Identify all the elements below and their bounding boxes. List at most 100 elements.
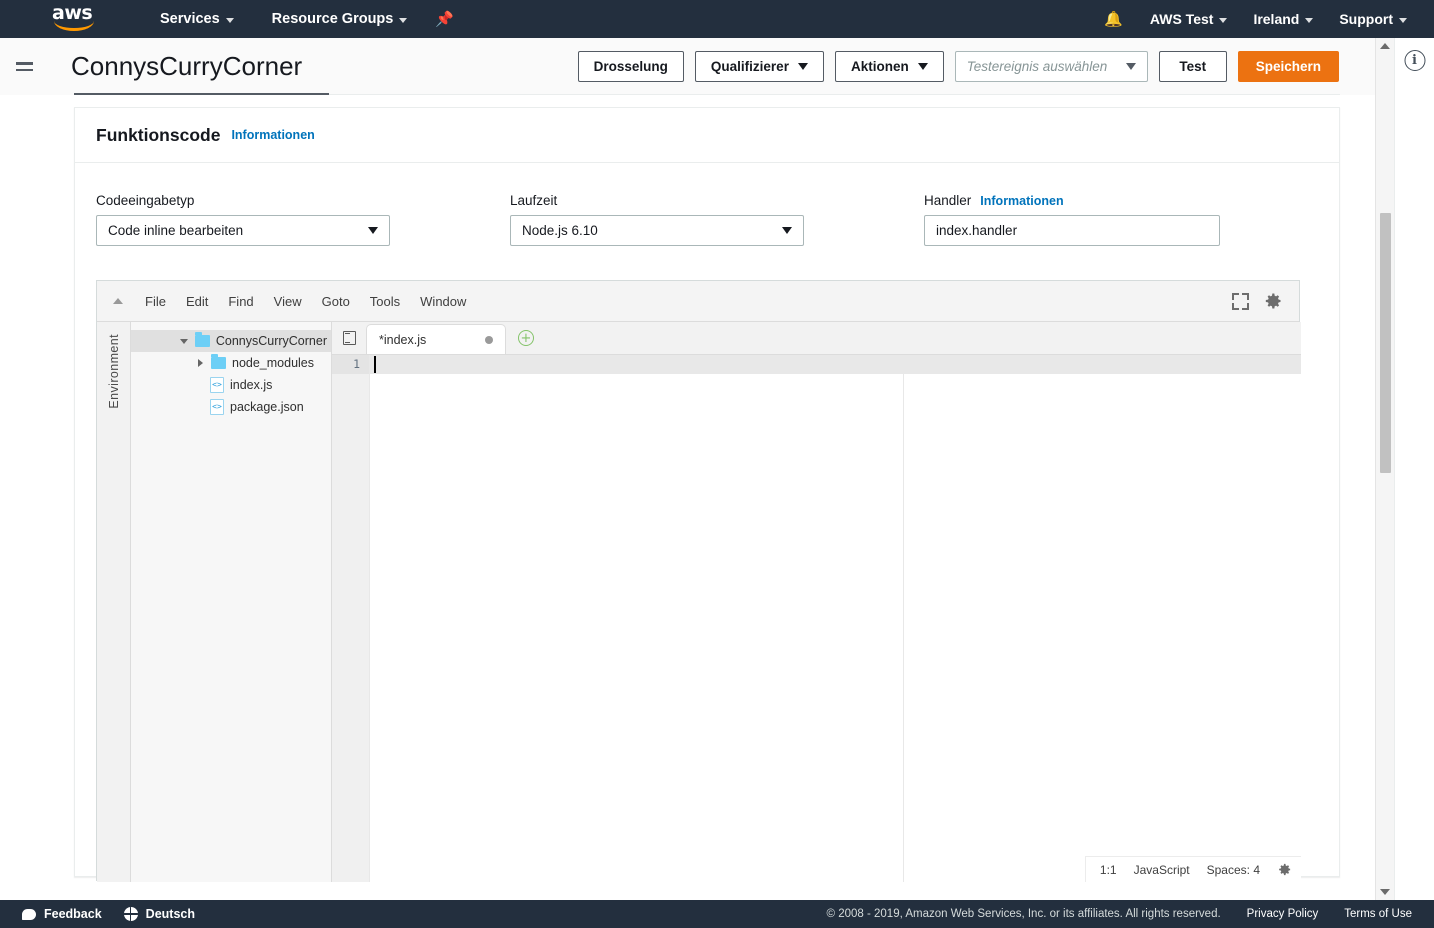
menu-item-goto[interactable]: Goto: [312, 290, 360, 313]
menu-item-view[interactable]: View: [264, 290, 312, 313]
page-scrollbar[interactable]: [1375, 38, 1394, 900]
json-file-icon: <>: [210, 399, 224, 415]
card-title: Funktionscode: [96, 124, 221, 145]
handler-label: Handler: [924, 193, 972, 208]
scroll-up-arrow[interactable]: [1380, 43, 1390, 49]
header-action-group: Drosselung Qualifizierer Aktionen Tester…: [577, 51, 1434, 82]
info-rail: i: [1394, 38, 1434, 900]
editor-pane: *index.js + 1 1:1 JavaScript Spaces: 4: [332, 322, 1301, 882]
throttle-button[interactable]: Drosselung: [577, 51, 684, 82]
chevron-right-icon[interactable]: [195, 359, 205, 367]
code-entry-type-select[interactable]: Code inline bearbeiten: [96, 215, 390, 246]
editor-menu-right-group: [1232, 291, 1291, 311]
privacy-policy-link[interactable]: Privacy Policy: [1247, 908, 1319, 920]
line-number-gutter: 1: [332, 355, 370, 882]
topnav-right-group: 🔔 AWS Test Ireland Support: [1090, 0, 1434, 38]
unsaved-dot-icon[interactable]: [485, 335, 493, 344]
qualifier-label: Qualifizierer: [710, 59, 789, 74]
nav-region-menu[interactable]: Ireland: [1240, 0, 1326, 38]
code-editor-area[interactable]: 1 1:1 JavaScript Spaces: 4: [332, 355, 1301, 882]
active-line-highlight: [370, 355, 1301, 374]
editor-body: Environment ConnysCurryCorner node_modul…: [97, 322, 1301, 882]
editor-menu-bar: File Edit Find View Goto Tools Window: [97, 281, 1299, 322]
tree-item-connyscurrycorner[interactable]: ConnysCurryCorner: [131, 330, 331, 352]
aws-logo-icon[interactable]: aws: [52, 4, 98, 34]
tree-item-node-modules[interactable]: node_modules: [131, 352, 331, 374]
indent-setting[interactable]: Spaces: 4: [1207, 863, 1260, 877]
editor-tab-label: *index.js: [379, 332, 427, 347]
hamburger-icon[interactable]: [8, 62, 41, 71]
line-number: 1: [332, 355, 369, 374]
chevron-down-icon: [399, 17, 408, 23]
nav-support-menu[interactable]: Support: [1326, 0, 1420, 38]
chevron-down-icon[interactable]: [179, 338, 189, 344]
aws-top-navigation: aws Services Resource Groups 📌 🔔 AWS Tes…: [0, 0, 1434, 38]
cursor-position[interactable]: 1:1: [1100, 863, 1117, 877]
footer-left-group: Feedback Deutsch: [0, 907, 195, 921]
chevron-down-icon: [1305, 17, 1314, 23]
tree-item-package-json[interactable]: <> package.json: [131, 396, 331, 418]
info-icon[interactable]: i: [1404, 50, 1425, 71]
menu-item-window[interactable]: Window: [410, 290, 476, 313]
card-info-link[interactable]: Informationen: [231, 128, 314, 142]
environment-rail[interactable]: Environment: [97, 322, 131, 882]
feedback-label: Feedback: [44, 907, 102, 921]
pin-icon[interactable]: 📌: [435, 10, 454, 28]
aws-smile-icon: [54, 21, 94, 31]
nav-services[interactable]: Services: [150, 0, 244, 38]
menu-item-file[interactable]: File: [135, 290, 176, 313]
feedback-button[interactable]: Feedback: [22, 907, 102, 921]
chevron-down-icon: [1125, 63, 1136, 70]
code-entry-type-field: Codeeingabetyp Code inline bearbeiten: [96, 193, 510, 246]
handler-info-link[interactable]: Informationen: [980, 194, 1063, 208]
runtime-select[interactable]: Node.js 6.10: [510, 215, 804, 246]
language-label: Deutsch: [145, 907, 195, 921]
main-content-area: Funktionscode Informationen Codeeingabet…: [0, 95, 1375, 900]
chevron-down-icon: [1399, 17, 1407, 23]
editor-tab-bar: *index.js +: [332, 322, 1301, 355]
chevron-down-icon: [917, 63, 928, 70]
handler-input[interactable]: [924, 215, 1220, 246]
nav-account-menu[interactable]: AWS Test: [1137, 0, 1241, 38]
actions-button[interactable]: Aktionen: [834, 51, 944, 82]
globe-icon: [123, 907, 138, 921]
editor-tab-index-js[interactable]: *index.js: [366, 324, 506, 354]
text-cursor: [374, 356, 376, 373]
hamburger-bar: [16, 62, 33, 65]
gear-icon[interactable]: [1263, 291, 1283, 311]
chevron-down-icon: [225, 17, 234, 23]
add-tab-icon[interactable]: +: [518, 330, 534, 346]
folder-icon: [211, 354, 226, 369]
test-event-select[interactable]: Testereignis auswählen: [954, 51, 1148, 82]
page-footer: Feedback Deutsch © 2008 - 2019, Amazon W…: [0, 900, 1434, 928]
scrollbar-thumb[interactable]: [1380, 213, 1391, 473]
hamburger-bar: [16, 68, 33, 71]
chevron-down-icon: [797, 63, 808, 70]
bell-icon[interactable]: 🔔: [1090, 10, 1137, 28]
tree-item-index-js[interactable]: <> index.js: [131, 374, 331, 396]
nav-region-label: Ireland: [1253, 11, 1300, 27]
menu-item-tools[interactable]: Tools: [360, 290, 410, 313]
expand-icon[interactable]: [1232, 292, 1249, 310]
tree-item-label: package.json: [230, 400, 304, 414]
footer-right-group: © 2008 - 2019, Amazon Web Services, Inc.…: [827, 908, 1434, 920]
terms-of-use-link[interactable]: Terms of Use: [1344, 908, 1412, 920]
language-button[interactable]: Deutsch: [123, 907, 195, 921]
menu-item-edit[interactable]: Edit: [176, 290, 218, 313]
test-button[interactable]: Test: [1158, 51, 1227, 82]
chevron-down-icon: [368, 227, 378, 234]
scroll-down-arrow[interactable]: [1380, 889, 1390, 895]
speech-bubble-icon: [22, 908, 36, 920]
gear-icon[interactable]: [1277, 862, 1292, 877]
language-mode[interactable]: JavaScript: [1134, 863, 1190, 877]
qualifier-button[interactable]: Qualifizierer: [694, 51, 824, 82]
nav-support-label: Support: [1339, 11, 1393, 27]
save-button[interactable]: Speichern: [1237, 51, 1339, 82]
nav-resource-groups[interactable]: Resource Groups: [262, 0, 418, 38]
function-code-card: Funktionscode Informationen Codeeingabet…: [74, 107, 1340, 882]
js-file-icon: <>: [210, 377, 224, 393]
menu-item-find[interactable]: Find: [218, 290, 263, 313]
chevron-up-icon[interactable]: [113, 298, 123, 304]
panel-toggle-icon[interactable]: [332, 321, 366, 354]
runtime-label: Laufzeit: [510, 193, 558, 208]
